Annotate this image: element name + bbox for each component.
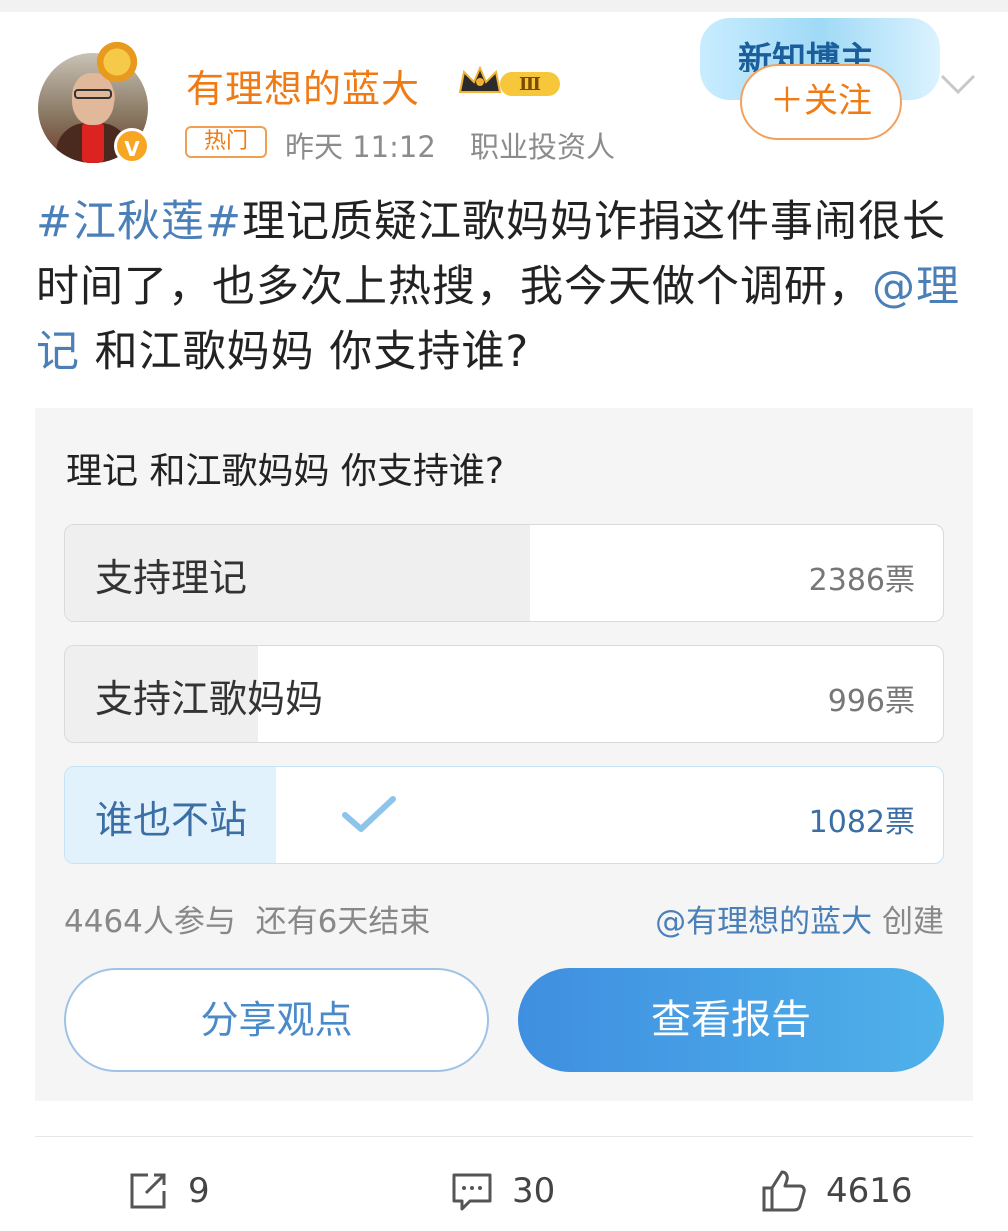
avatar-pendant-icon bbox=[92, 40, 142, 84]
poll-option-selected[interactable]: 谁也不站 1082票 bbox=[64, 766, 944, 864]
poll-creator: @有理想的蓝大 创建 bbox=[655, 896, 944, 941]
creator-suffix: 创建 bbox=[872, 904, 944, 940]
poll-option-votes: 996票 bbox=[827, 684, 915, 719]
repost-count: 9 bbox=[188, 1171, 210, 1211]
poll-option[interactable]: 支持江歌妈妈 996票 bbox=[64, 645, 944, 743]
poll-option[interactable]: 支持理记 2386票 bbox=[64, 524, 944, 622]
poll-title: 理记 和江歌妈妈 你支持谁? bbox=[66, 451, 504, 492]
checkmark-icon bbox=[342, 796, 396, 832]
post-time: 昨天 11:12 bbox=[285, 130, 436, 164]
chevron-down-icon[interactable] bbox=[938, 64, 978, 104]
avatar-glasses-shape bbox=[74, 89, 112, 99]
comment-count: 30 bbox=[512, 1171, 556, 1211]
profession-tag: 职业投资人 bbox=[470, 130, 616, 164]
thumbs-up-icon bbox=[762, 1170, 806, 1212]
username[interactable]: 有理想的蓝大 bbox=[186, 58, 420, 113]
creator-mention-link[interactable]: @有理想的蓝大 bbox=[655, 904, 872, 940]
comment-button[interactable]: 30 bbox=[450, 1166, 555, 1216]
top-strip bbox=[0, 0, 1008, 12]
comment-icon bbox=[452, 1173, 492, 1211]
avatar-scarf-shape bbox=[82, 123, 104, 163]
poll-option-votes: 1082票 bbox=[808, 805, 915, 840]
poll-option-label: 支持理记 bbox=[95, 556, 248, 600]
hot-tag: 热门 bbox=[185, 126, 267, 158]
repost-button[interactable]: 9 bbox=[126, 1166, 210, 1216]
view-report-button[interactable]: 查看报告 bbox=[518, 968, 944, 1072]
poll-option-label: 支持江歌妈妈 bbox=[95, 677, 324, 721]
poll-remaining: 还有6天结束 bbox=[255, 904, 431, 940]
poll-option-label: 谁也不站 bbox=[95, 798, 248, 842]
crown-level-icon[interactable]: Ⅲ bbox=[456, 62, 566, 102]
like-count: 4616 bbox=[826, 1171, 913, 1211]
share-opinion-button[interactable]: 分享观点 bbox=[64, 968, 489, 1072]
divider bbox=[35, 1136, 973, 1137]
post-body: #江秋莲#理记质疑江歌妈妈诈捐这件事闹很长时间了，也多次上热搜，我今天做个调研，… bbox=[36, 190, 976, 385]
follow-button[interactable]: ＋关注 bbox=[740, 64, 902, 140]
hashtag-link[interactable]: #江秋莲# bbox=[36, 197, 242, 247]
poll-participants: 4464人参与 bbox=[64, 904, 236, 940]
poll-option-votes: 2386票 bbox=[808, 563, 915, 598]
repost-icon bbox=[130, 1173, 166, 1209]
level-badge-text: Ⅲ bbox=[519, 74, 541, 95]
verified-badge-icon: V bbox=[114, 128, 150, 164]
post-text-part-2: 和江歌妈妈 你支持谁? bbox=[80, 327, 530, 377]
like-button[interactable]: 4616 bbox=[760, 1166, 913, 1216]
poll-stats: 4464人参与 还有6天结束 bbox=[64, 896, 430, 941]
